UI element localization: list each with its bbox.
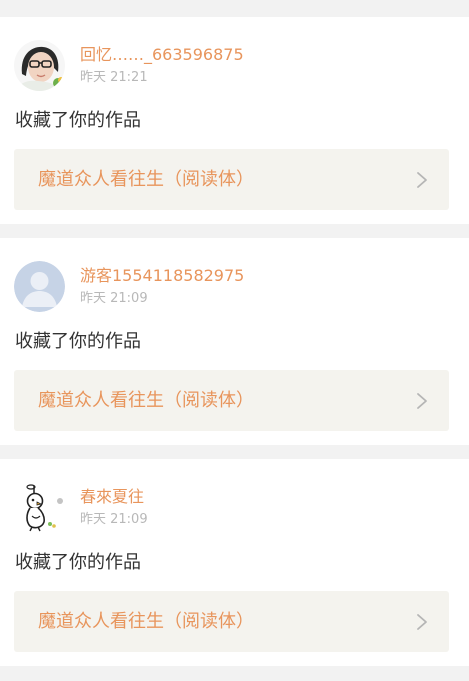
user-photo-avatar-icon	[14, 40, 65, 91]
work-title: 魔道众人看往生（阅读体）	[38, 390, 254, 411]
work-link[interactable]: 魔道众人看往生（阅读体）	[14, 591, 449, 652]
default-user-avatar[interactable]	[14, 261, 65, 312]
username[interactable]: 回忆……_663596875	[80, 45, 244, 65]
action-text: 收藏了你的作品	[15, 331, 141, 352]
action-text: 收藏了你的作品	[15, 110, 141, 131]
work-link[interactable]: 魔道众人看往生（阅读体）	[14, 370, 449, 431]
action-text: 收藏了你的作品	[15, 552, 141, 573]
cartoon-bird-avatar-icon	[14, 482, 65, 533]
notification-card: 回忆……_663596875 昨天 21:21 收藏了你的作品 魔道众人看往生（…	[0, 17, 469, 224]
default-user-avatar-icon	[14, 261, 65, 312]
chevron-right-icon	[417, 393, 427, 409]
username[interactable]: 游客1554118582975	[80, 266, 244, 286]
work-title: 魔道众人看往生（阅读体）	[38, 169, 254, 190]
timestamp: 昨天 21:09	[80, 291, 148, 306]
work-title: 魔道众人看往生（阅读体）	[38, 611, 254, 632]
username[interactable]: 春來夏往	[80, 487, 144, 507]
notification-card: 春來夏往 昨天 21:09 收藏了你的作品 魔道众人看往生（阅读体）	[0, 459, 469, 666]
user-photo-avatar[interactable]	[14, 40, 65, 91]
cartoon-bird-avatar[interactable]	[14, 482, 65, 533]
card-separator	[0, 224, 469, 238]
timestamp: 昨天 21:09	[80, 512, 148, 527]
notification-card: 游客1554118582975 昨天 21:09 收藏了你的作品 魔道众人看往生…	[0, 238, 469, 445]
timestamp: 昨天 21:21	[80, 70, 148, 85]
chevron-right-icon	[417, 172, 427, 188]
work-link[interactable]: 魔道众人看往生（阅读体）	[14, 149, 449, 210]
card-separator	[0, 445, 469, 459]
chevron-right-icon	[417, 614, 427, 630]
